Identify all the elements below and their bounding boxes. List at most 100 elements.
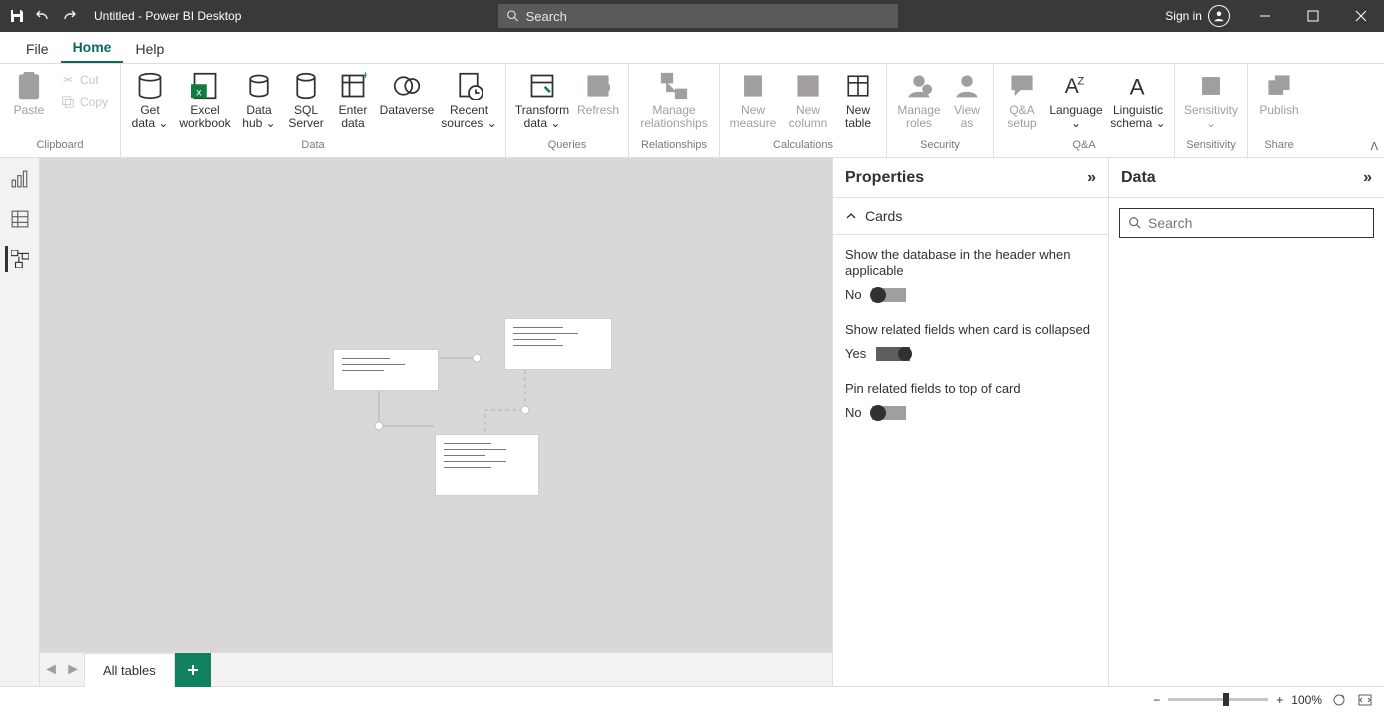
publish-button[interactable]: Publish [1256, 68, 1302, 117]
group-label-data: Data [129, 139, 497, 155]
page-next-button[interactable]: ► [62, 659, 84, 681]
group-label-share: Share [1256, 139, 1302, 155]
cut-button[interactable]: ✂Cut [56, 70, 112, 90]
group-relationships: Manage relationships Relationships [629, 64, 720, 157]
new-table-button[interactable]: New table [838, 68, 878, 130]
search-icon [506, 9, 519, 23]
qa-setup-button[interactable]: Q&A setup [1002, 68, 1042, 130]
zoom-out-button[interactable]: − [1153, 693, 1160, 707]
copy-icon [60, 94, 76, 110]
tab-home[interactable]: Home [61, 33, 124, 63]
data-search-input[interactable] [1148, 215, 1365, 231]
fit-to-page-button[interactable] [1330, 691, 1348, 709]
toggle-pin-related[interactable] [872, 406, 906, 420]
paste-button[interactable]: Paste [8, 68, 50, 117]
status-bar: − + 100% [0, 686, 1384, 712]
close-button[interactable] [1338, 0, 1384, 32]
prop-show-db-header-value: No [845, 287, 862, 302]
properties-pane: Properties » Cards Show the database in … [833, 158, 1109, 686]
view-as-icon [951, 70, 983, 102]
search-icon [1128, 216, 1142, 230]
redo-icon[interactable] [60, 7, 78, 25]
group-share: Publish Share [1248, 64, 1310, 157]
linguistic-schema-button[interactable]: ALinguistic schema ⌄ [1110, 68, 1166, 130]
group-queries: Transform data ⌄ Refresh Queries [506, 64, 629, 157]
data-pane-title: Data [1121, 169, 1156, 187]
collapse-data-button[interactable]: » [1363, 169, 1372, 187]
linguistic-schema-icon: A [1122, 70, 1154, 102]
properties-title: Properties [845, 169, 924, 187]
collapse-ribbon-button[interactable]: ᐱ [1370, 140, 1378, 153]
table-card[interactable] [435, 434, 539, 496]
toggle-show-related[interactable] [876, 347, 910, 361]
table-card[interactable] [333, 349, 439, 391]
group-clipboard: Paste ✂Cut Copy Clipboard [0, 64, 121, 157]
tab-help[interactable]: Help [123, 35, 176, 63]
manage-roles-button[interactable]: Manage roles [895, 68, 943, 130]
data-view-button[interactable] [7, 206, 33, 232]
collapse-properties-button[interactable]: » [1087, 169, 1096, 187]
group-security: Manage roles View as Security [887, 64, 994, 157]
model-canvas-area: ◄ ► All tables [40, 158, 833, 686]
save-icon[interactable] [8, 7, 26, 25]
toggle-show-db-header[interactable] [872, 288, 906, 302]
zoom-level: 100% [1291, 693, 1322, 707]
data-search[interactable] [1119, 208, 1374, 238]
sign-in-button[interactable]: Sign in [1155, 5, 1240, 27]
relationship-lines [40, 158, 840, 658]
paste-icon [13, 70, 45, 102]
zoom-slider[interactable] [1168, 698, 1268, 701]
publish-icon [1263, 70, 1295, 102]
group-label-qa: Q&A [1002, 139, 1166, 155]
view-as-button[interactable]: View as [949, 68, 985, 130]
manage-relationships-button[interactable]: Manage relationships [637, 68, 711, 130]
group-label-clipboard: Clipboard [8, 139, 112, 155]
model-canvas[interactable] [40, 158, 832, 652]
group-data: Get data ⌄ xExcel workbook Data hub ⌄ SQ… [121, 64, 506, 157]
dataverse-button[interactable]: Dataverse [379, 68, 435, 117]
get-data-button[interactable]: Get data ⌄ [129, 68, 171, 130]
sql-server-icon [290, 70, 322, 102]
group-label-relationships: Relationships [637, 139, 711, 155]
maximize-button[interactable] [1290, 0, 1336, 32]
transform-data-button[interactable]: Transform data ⌄ [514, 68, 570, 130]
new-column-button[interactable]: New column [784, 68, 832, 130]
data-hub-button[interactable]: Data hub ⌄ [239, 68, 279, 130]
section-cards[interactable]: Cards [833, 198, 1108, 235]
new-measure-button[interactable]: New measure [728, 68, 778, 130]
svg-text:+: + [362, 72, 367, 82]
refresh-button[interactable]: Refresh [576, 68, 620, 117]
excel-icon: x [189, 70, 221, 102]
page-prev-button[interactable]: ◄ [40, 659, 62, 681]
group-label-sensitivity: Sensitivity [1183, 139, 1239, 155]
prop-pin-related-value: No [845, 405, 862, 420]
report-view-button[interactable] [7, 166, 33, 192]
excel-workbook-button[interactable]: xExcel workbook [177, 68, 233, 130]
zoom-in-button[interactable]: + [1276, 693, 1283, 707]
copy-button[interactable]: Copy [56, 92, 112, 112]
prop-show-related-value: Yes [845, 346, 866, 361]
recent-sources-button[interactable]: Recent sources ⌄ [441, 68, 497, 130]
svg-text:A: A [1130, 74, 1145, 99]
minimize-button[interactable] [1242, 0, 1288, 32]
chevron-up-icon [845, 210, 857, 222]
language-button[interactable]: AZLanguage⌄ [1048, 68, 1104, 130]
tab-file[interactable]: File [14, 35, 61, 63]
title-bar: Untitled - Power BI Desktop Sign in [0, 0, 1384, 32]
enter-data-button[interactable]: +Enter data [333, 68, 373, 130]
prop-show-db-header: Show the database in the header when app… [845, 247, 1096, 302]
table-card[interactable] [504, 318, 612, 370]
model-view-button[interactable] [5, 246, 31, 272]
undo-icon[interactable] [34, 7, 52, 25]
sql-server-button[interactable]: SQL Server [285, 68, 327, 130]
prop-pin-related: Pin related fields to top of card No [845, 381, 1096, 420]
fit-to-window-button[interactable] [1356, 691, 1374, 709]
global-search-input[interactable] [526, 9, 891, 24]
ribbon-tabs: File Home Help [0, 32, 1384, 64]
data-pane: Data » [1109, 158, 1384, 686]
group-label-queries: Queries [514, 139, 620, 155]
global-search[interactable] [498, 4, 898, 28]
sensitivity-button[interactable]: Sensitivity⌄ [1183, 68, 1239, 130]
manage-relationships-icon [658, 70, 690, 102]
sign-in-label: Sign in [1165, 9, 1202, 23]
